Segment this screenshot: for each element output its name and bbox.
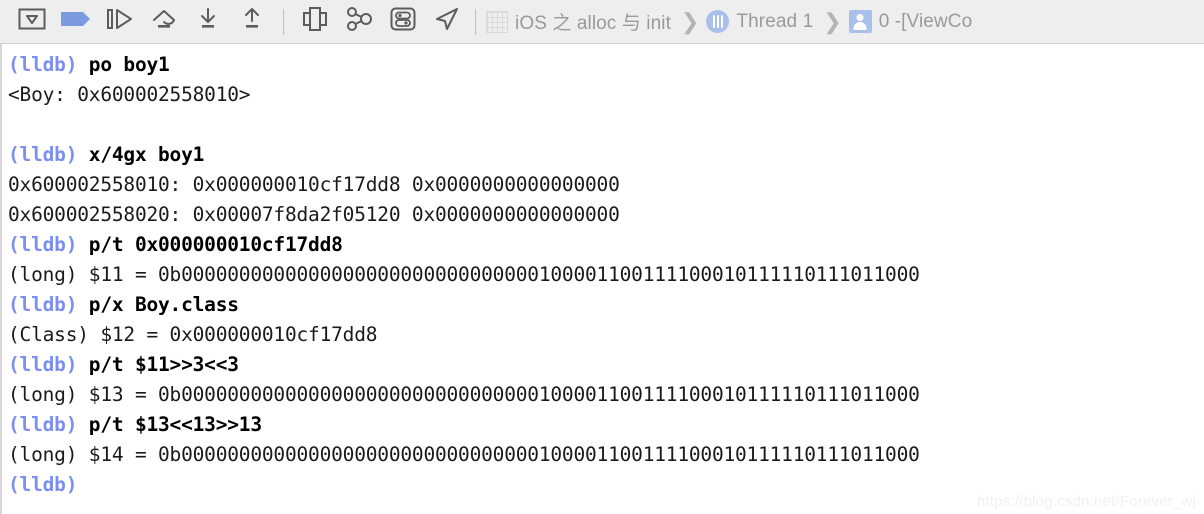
lldb-command-text: p/t $13<<13>>13 — [88, 413, 262, 436]
console-output-line: (long) $13 = 0b0000000000000000000000000… — [4, 380, 1204, 410]
memory-graph-icon — [344, 6, 374, 37]
step-over-icon — [149, 7, 179, 36]
lldb-command-text: x/4gx boy1 — [88, 143, 205, 166]
environment-overrides-button[interactable] — [381, 2, 425, 42]
breadcrumb-frame[interactable]: 0 -[ViewCo — [848, 10, 973, 33]
lldb-prompt: (lldb) — [8, 143, 89, 166]
view-hierarchy-icon — [301, 6, 329, 37]
lldb-console-output[interactable]: (lldb) po boy1 <Boy: 0x600002558010> (lld… — [0, 44, 1204, 514]
console-command-line: (lldb) x/4gx boy1 — [4, 140, 1204, 170]
console-command-line: (lldb) po boy1 — [4, 50, 1204, 80]
console-command-line: (lldb) p/t $13<<13>>13 — [4, 410, 1204, 440]
debug-breadcrumb: iOS 之 alloc 与 init ❯ Thread 1 ❯ 0 -[View… — [486, 8, 1198, 35]
lldb-prompt: (lldb) — [8, 413, 89, 436]
console-output-line: (long) $14 = 0b0000000000000000000000000… — [4, 440, 1204, 470]
lldb-output-text: (long) $14 = 0b0000000000000000000000000… — [8, 443, 920, 466]
console-line-list: (lldb) po boy1 <Boy: 0x600002558010> (lld… — [4, 50, 1204, 500]
lldb-output-text: (long) $11 = 0b0000000000000000000000000… — [8, 263, 920, 286]
step-into-icon — [193, 7, 223, 36]
breadcrumb-frame-label: 0 -[ViewCo — [878, 10, 973, 32]
breakpoint-flag-icon — [60, 9, 92, 34]
console-output-line — [4, 110, 1204, 140]
simulate-location-button[interactable] — [425, 2, 469, 42]
panel-toggle-icon — [18, 8, 46, 35]
breadcrumb-thread-label: Thread 1 — [736, 10, 814, 32]
lldb-command-text: p/t $11>>3<<3 — [88, 353, 239, 376]
debug-toolbar: iOS 之 alloc 与 init ❯ Thread 1 ❯ 0 -[View… — [0, 0, 1204, 44]
lldb-prompt: (lldb) — [8, 233, 89, 256]
console-command-line: (lldb) p/x Boy.class — [4, 290, 1204, 320]
lldb-command-text: p/x Boy.class — [88, 293, 239, 316]
location-arrow-icon — [433, 6, 461, 37]
lldb-output-text: (Class) $12 = 0x000000010cf17dd8 — [8, 323, 378, 346]
hide-show-debug-area-button[interactable] — [10, 2, 54, 42]
step-out-button[interactable] — [230, 2, 274, 42]
breadcrumb-process-label: iOS 之 alloc 与 init — [515, 13, 671, 34]
process-grid-icon — [486, 10, 508, 33]
lldb-command-text: po boy1 — [88, 53, 170, 76]
chevron-right-icon-1: ❯ — [680, 8, 700, 34]
lldb-output-text — [8, 113, 20, 136]
console-output-line: (Class) $12 = 0x000000010cf17dd8 — [4, 320, 1204, 350]
stack-frame-icon — [848, 10, 872, 33]
deactivate-breakpoints-button[interactable] — [54, 2, 98, 42]
breadcrumb-thread[interactable]: Thread 1 — [706, 10, 813, 33]
lldb-output-text: <Boy: 0x600002558010> — [8, 83, 251, 106]
lldb-prompt: (lldb) — [8, 53, 89, 76]
environment-overrides-icon — [389, 6, 417, 37]
thread-icon — [706, 10, 730, 33]
lldb-output-text: (long) $13 = 0b0000000000000000000000000… — [8, 383, 920, 406]
step-out-icon — [237, 7, 267, 36]
console-output-line: <Boy: 0x600002558010> — [4, 80, 1204, 110]
debug-view-hierarchy-button[interactable] — [293, 2, 337, 42]
console-output-line: (long) $11 = 0b0000000000000000000000000… — [4, 260, 1204, 290]
console-command-line: (lldb) p/t 0x000000010cf17dd8 — [4, 230, 1204, 260]
step-into-button[interactable] — [186, 2, 230, 42]
breadcrumb-process[interactable]: iOS 之 alloc 与 init — [486, 8, 671, 35]
memory-graph-button[interactable] — [337, 2, 381, 42]
step-over-button[interactable] — [142, 2, 186, 42]
lldb-prompt: (lldb) — [8, 353, 89, 376]
toolbar-divider-2 — [475, 8, 476, 35]
lldb-prompt: (lldb) — [8, 293, 89, 316]
console-output-line: 0x600002558010: 0x000000010cf17dd8 0x000… — [4, 170, 1204, 200]
lldb-output-text: 0x600002558010: 0x000000010cf17dd8 0x000… — [8, 173, 620, 196]
continue-icon — [105, 7, 135, 36]
console-output-line: 0x600002558020: 0x00007f8da2f05120 0x000… — [4, 200, 1204, 230]
chevron-right-icon-2: ❯ — [823, 8, 842, 34]
lldb-output-text: 0x600002558020: 0x00007f8da2f05120 0x000… — [8, 203, 620, 226]
watermark: https://blog.csdn.net/Forever_wj — [976, 493, 1196, 510]
lldb-command-text: p/t 0x000000010cf17dd8 — [88, 233, 343, 256]
continue-program-button[interactable] — [98, 2, 142, 42]
console-command-line: (lldb) p/t $11>>3<<3 — [4, 350, 1204, 380]
lldb-prompt: (lldb) — [8, 473, 78, 496]
toolbar-divider-1 — [283, 8, 284, 35]
